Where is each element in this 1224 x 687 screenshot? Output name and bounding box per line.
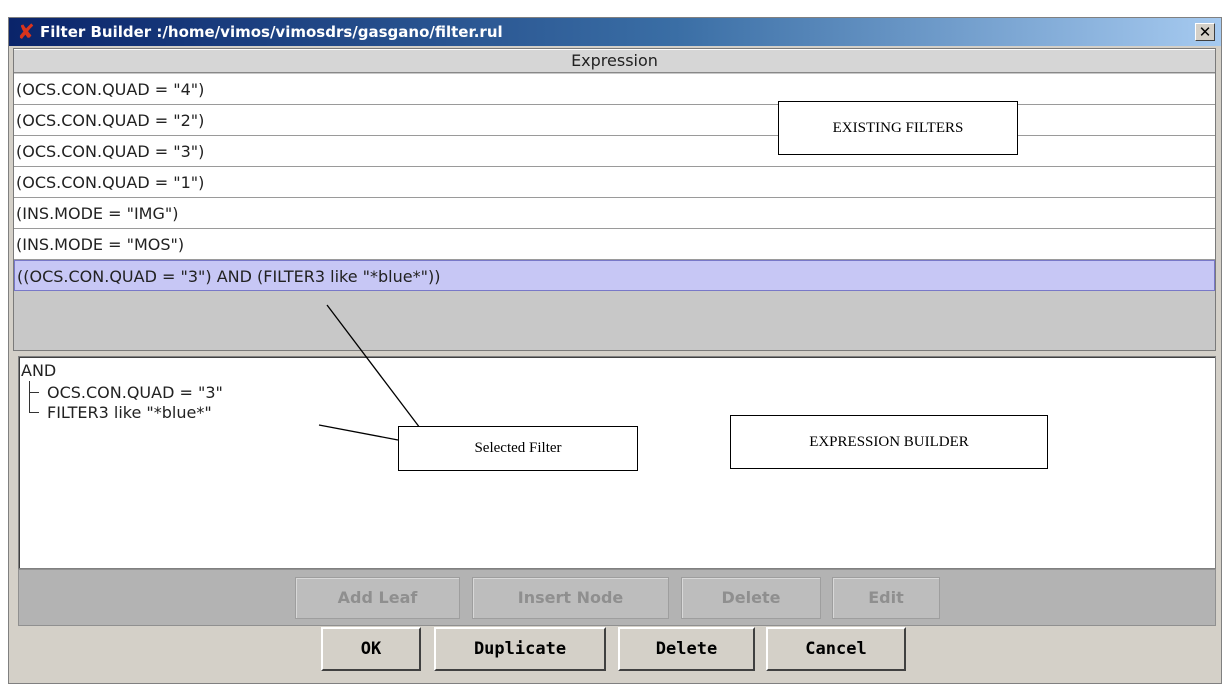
close-icon: ✕	[1198, 23, 1212, 41]
filter-row[interactable]: (INS.MODE = "IMG")	[14, 198, 1215, 229]
expression-builder-callout: EXPRESSION BUILDER	[730, 415, 1048, 469]
existing-filters-table: Expression (OCS.CON.QUAD = "4") (OCS.CON…	[13, 48, 1216, 351]
filter-row[interactable]: (OCS.CON.QUAD = "3")	[14, 136, 1215, 167]
cancel-button[interactable]: Cancel	[766, 627, 906, 671]
x-mark-icon: ✘	[17, 20, 35, 44]
filter-row[interactable]: (OCS.CON.QUAD = "1")	[14, 167, 1215, 198]
tree-leaf-node[interactable]: FILTER3 like "*blue*"	[47, 403, 212, 423]
title-bar: ✘ Filter Builder :/home/vimos/vimosdrs/g…	[9, 18, 1221, 46]
filter-row[interactable]: (OCS.CON.QUAD = "4")	[14, 74, 1215, 105]
delete-button[interactable]: Delete	[618, 627, 755, 671]
edit-button[interactable]: Edit	[832, 577, 940, 619]
existing-filters-callout: EXISTING FILTERS	[778, 101, 1018, 155]
tree-connector	[29, 381, 39, 393]
duplicate-button[interactable]: Duplicate	[434, 627, 606, 671]
tree-root-node[interactable]: AND	[21, 361, 56, 381]
expression-builder-toolbar: Add Leaf Insert Node Delete Edit	[18, 569, 1216, 626]
filter-row[interactable]: (INS.MODE = "MOS")	[14, 229, 1215, 260]
window-title: Filter Builder :/home/vimos/vimosdrs/gas…	[40, 23, 503, 41]
filter-builder-window: ✘ Filter Builder :/home/vimos/vimosdrs/g…	[8, 17, 1222, 684]
expression-column-header[interactable]: Expression	[14, 49, 1215, 73]
close-button[interactable]: ✕	[1195, 23, 1215, 41]
filter-row-selected[interactable]: ((OCS.CON.QUAD = "3") AND (FILTER3 like …	[14, 260, 1215, 291]
tree-leaf-node[interactable]: OCS.CON.QUAD = "3"	[47, 383, 223, 403]
insert-node-button[interactable]: Insert Node	[472, 577, 669, 619]
filter-row[interactable]: (OCS.CON.QUAD = "2")	[14, 105, 1215, 136]
add-leaf-button[interactable]: Add Leaf	[295, 577, 460, 619]
tree-delete-button[interactable]: Delete	[681, 577, 821, 619]
tree-connector	[29, 393, 39, 413]
selected-filter-callout: Selected Filter	[398, 426, 638, 471]
ok-button[interactable]: OK	[321, 627, 421, 671]
